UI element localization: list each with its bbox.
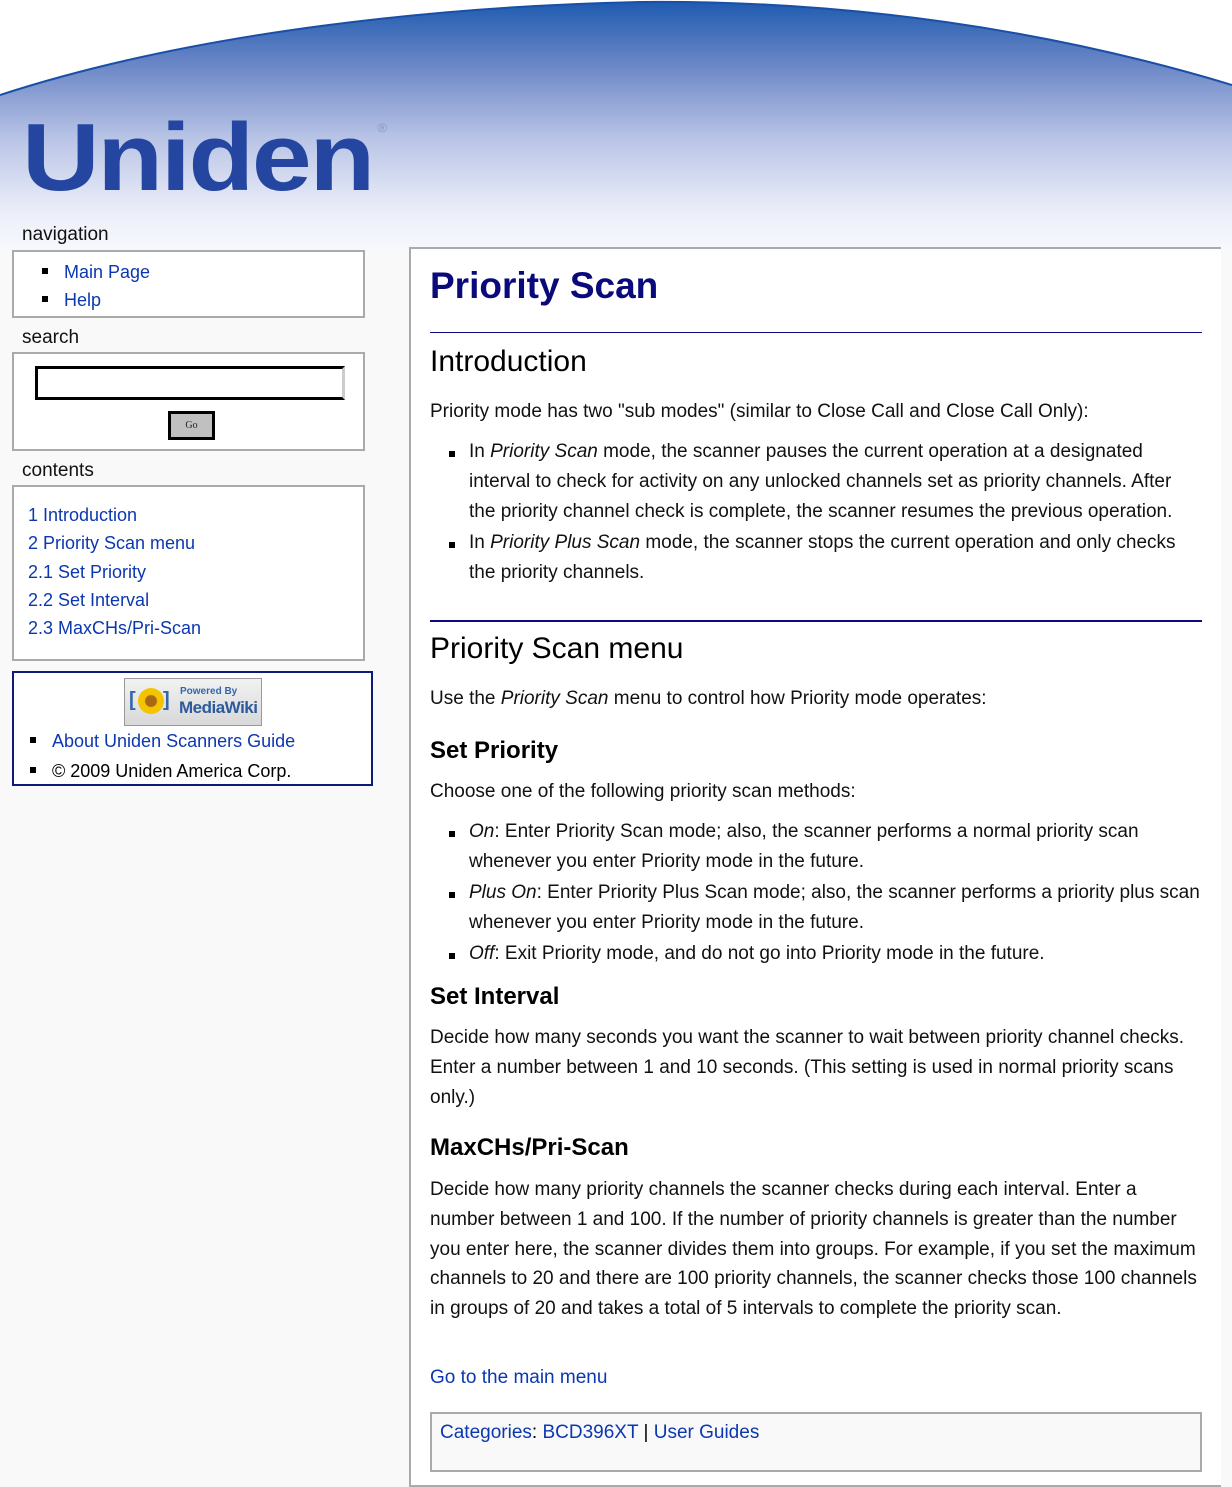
toc-link-maxchs[interactable]: 2.3 MaxCHs/Pri-Scan bbox=[28, 618, 201, 638]
header-banner: Uniden ® bbox=[0, 0, 1232, 250]
toc-link-introduction[interactable]: 1 Introduction bbox=[28, 505, 137, 525]
copyright-text: © 2009 Uniden America Corp. bbox=[52, 761, 292, 781]
section-heading-set-interval: Set Interval bbox=[430, 983, 560, 1010]
item-term: Off bbox=[469, 943, 495, 965]
bullet-icon bbox=[42, 268, 48, 275]
toc-item: 2 Priority Scan menu bbox=[28, 529, 363, 557]
toc-item: 2.2 Set Interval bbox=[28, 586, 363, 614]
uniden-logo[interactable]: Uniden ® bbox=[22, 110, 387, 206]
item-text: : Enter Priority Scan mode; also, the sc… bbox=[469, 821, 1139, 872]
bullet-icon bbox=[449, 831, 455, 837]
powered-by-mediawiki-badge[interactable]: [ ] Powered By MediaWiki bbox=[124, 678, 262, 726]
bullet-icon bbox=[449, 451, 455, 457]
page-title: Priority Scan bbox=[430, 265, 659, 306]
content-area: Priority Scan Introduction Priority mode… bbox=[409, 247, 1221, 1487]
search-title: search bbox=[22, 327, 80, 348]
list-item: Off: Exit Priority mode, and do not go i… bbox=[430, 939, 1202, 969]
nav-item-main-page: Main Page bbox=[42, 258, 363, 286]
item-term: Priority Plus Scan bbox=[490, 531, 641, 553]
set-interval-text: Decide how many seconds you want the sca… bbox=[430, 1027, 1185, 1108]
item-term: Priority Scan bbox=[490, 441, 598, 462]
intro-prefix: Use the bbox=[430, 688, 501, 709]
contents-title: contents bbox=[22, 460, 94, 481]
maxchs-text: Decide how many priority channels the sc… bbox=[430, 1179, 1197, 1320]
help-link[interactable]: Help bbox=[64, 290, 101, 310]
intro-term: Priority Scan bbox=[500, 688, 609, 709]
toc-link-set-priority[interactable]: 2.1 Set Priority bbox=[28, 562, 146, 582]
category-separator: | bbox=[643, 1422, 649, 1443]
nav-item-help: Help bbox=[42, 286, 363, 314]
category-bcd396xt-link[interactable]: BCD396XT bbox=[542, 1422, 638, 1443]
toc-link-priority-scan-menu[interactable]: 2 Priority Scan menu bbox=[28, 533, 195, 553]
navigation-portlet: Main Page Help bbox=[12, 250, 365, 318]
categories-link[interactable]: Categories bbox=[440, 1422, 532, 1443]
item-prefix: In bbox=[469, 441, 491, 462]
go-to-main-menu-link[interactable]: Go to the main menu bbox=[430, 1367, 607, 1388]
section-heading-maxchs: MaxCHs/Pri-Scan bbox=[430, 1134, 629, 1161]
badge-line2: MediaWiki bbox=[179, 698, 258, 717]
submode-list: In Priority Scan mode, the scanner pause… bbox=[430, 437, 1202, 589]
title-divider bbox=[430, 332, 1202, 333]
main-menu-paragraph: Go to the main menu bbox=[430, 1363, 1202, 1393]
bullet-icon bbox=[30, 737, 36, 744]
bracket-left-icon: [ bbox=[129, 689, 136, 711]
bullet-icon bbox=[449, 953, 455, 960]
badge-line1: Powered By bbox=[180, 686, 238, 697]
list-item: In Priority Plus Scan mode, the scanner … bbox=[430, 528, 1202, 588]
registered-mark: ® bbox=[377, 121, 387, 135]
list-item: On: Enter Priority Scan mode; also, the … bbox=[430, 817, 1202, 877]
footer-item-copyright: © 2009 Uniden America Corp. bbox=[30, 757, 295, 787]
category-user-guides-link[interactable]: User Guides bbox=[654, 1422, 760, 1443]
bullet-icon bbox=[449, 541, 455, 548]
categories-colon: : bbox=[531, 1422, 538, 1443]
section-heading-priority-scan-menu: Priority Scan menu bbox=[430, 632, 684, 665]
section-divider bbox=[430, 620, 1202, 622]
toc-link-set-interval[interactable]: 2.2 Set Interval bbox=[28, 590, 149, 610]
mediawiki-sunflower-icon bbox=[138, 688, 164, 714]
section-heading-set-priority: Set Priority bbox=[430, 737, 559, 764]
list-item: Plus On: Enter Priority Plus Scan mode; … bbox=[430, 878, 1202, 938]
search-portlet: Go bbox=[12, 352, 365, 451]
set-priority-intro: Choose one of the following priority sca… bbox=[430, 781, 856, 802]
priority-method-list: On: Enter Priority Scan mode; also, the … bbox=[430, 817, 1202, 970]
item-prefix: In bbox=[469, 531, 491, 553]
about-link[interactable]: About Uniden Scanners Guide bbox=[52, 731, 295, 751]
item-term: On bbox=[469, 821, 495, 842]
menu-intro-text: Use the Priority Scan menu to control ho… bbox=[430, 684, 1202, 714]
search-input[interactable] bbox=[35, 366, 345, 400]
category-links: Categories: BCD396XT | User Guides bbox=[430, 1412, 1202, 1472]
toc-item: 2.3 MaxCHs/Pri-Scan bbox=[28, 614, 363, 642]
list-item: In Priority Scan mode, the scanner pause… bbox=[430, 437, 1202, 526]
item-text: : Exit Priority mode, and do not go into… bbox=[494, 943, 1045, 965]
footer-portlet: [ ] Powered By MediaWiki About Uniden Sc… bbox=[12, 671, 373, 786]
toc-item: 2.1 Set Priority bbox=[28, 558, 363, 586]
introduction-text: Priority mode has two "sub modes" (simil… bbox=[430, 401, 1089, 422]
navigation-title: navigation bbox=[22, 224, 109, 245]
toc-item: 1 Introduction bbox=[28, 501, 363, 529]
logo-text: Uniden bbox=[22, 104, 375, 211]
main-page-link[interactable]: Main Page bbox=[64, 262, 150, 282]
section-heading-introduction: Introduction bbox=[430, 345, 587, 378]
footer-item-about: About Uniden Scanners Guide bbox=[30, 727, 295, 757]
contents-portlet: 1 Introduction 2 Priority Scan menu 2.1 … bbox=[12, 485, 365, 661]
item-term: Plus On bbox=[469, 882, 537, 904]
search-go-button[interactable]: Go bbox=[168, 411, 215, 440]
intro-suffix: menu to control how Priority mode operat… bbox=[608, 688, 987, 709]
bullet-icon bbox=[42, 296, 48, 303]
bullet-icon bbox=[30, 767, 36, 774]
bracket-right-icon: ] bbox=[163, 689, 170, 711]
bullet-icon bbox=[449, 892, 455, 899]
item-text: : Enter Priority Plus Scan mode; also, t… bbox=[469, 882, 1200, 933]
